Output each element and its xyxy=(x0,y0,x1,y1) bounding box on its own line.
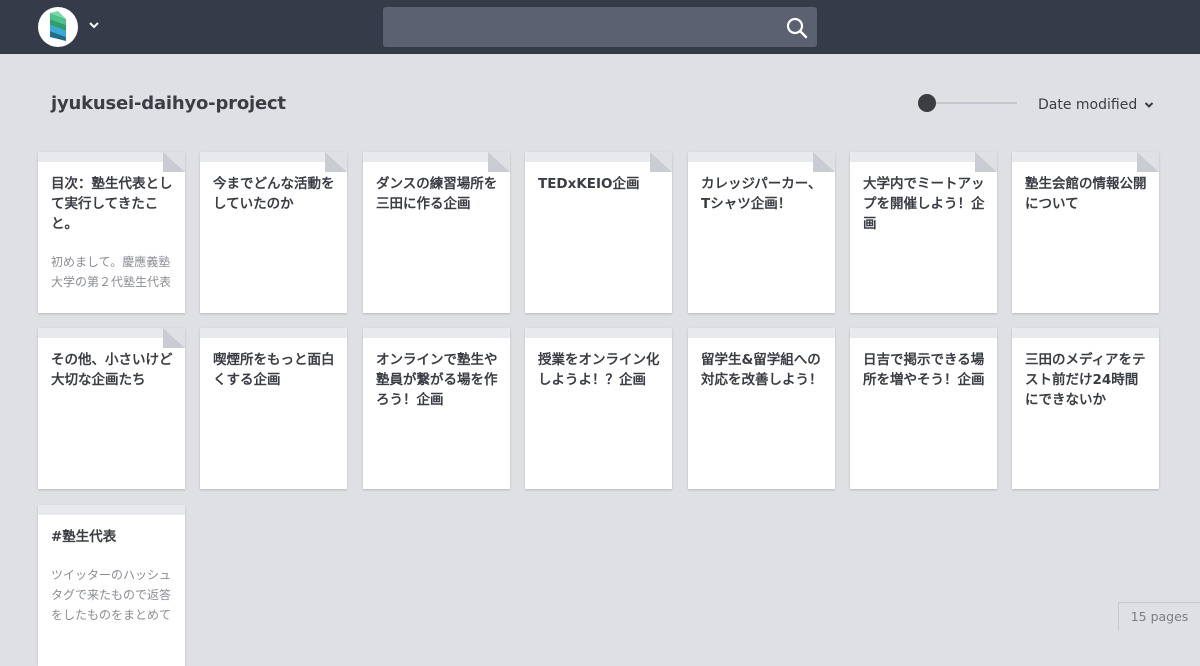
page-count: 15 pages xyxy=(1118,602,1200,630)
slider-handle[interactable] xyxy=(918,94,936,112)
card-title: 大学内でミートアップを開催しよう！企画 xyxy=(863,176,985,232)
page-card[interactable]: 塾生会館の情報公開について xyxy=(1012,152,1159,313)
card-title: 日吉で掲示できる場所を増やそう！企画 xyxy=(863,352,985,388)
page-fold-icon xyxy=(1137,152,1159,172)
card-title: カレッジパーカー、Tシャツ企画！ xyxy=(701,176,822,212)
card-header-band xyxy=(525,328,672,338)
card-title: TEDxKEIO企画 xyxy=(538,176,640,192)
search-icon[interactable] xyxy=(785,16,809,40)
card-title: 留学生&留学組への対応を改善しよう！ xyxy=(701,352,823,388)
page-card[interactable]: その他、小さいけど大切な企画たち xyxy=(38,328,185,489)
page-card[interactable]: 留学生&留学組への対応を改善しよう！ xyxy=(688,328,835,489)
card-header-band xyxy=(1012,328,1159,338)
page-card[interactable]: 喫煙所をもっと面白くする企画 xyxy=(200,328,347,489)
card-header-band xyxy=(363,328,510,338)
page-fold-icon xyxy=(163,328,185,348)
card-title: その他、小さいけど大切な企画たち xyxy=(51,352,173,388)
page-fold-icon xyxy=(650,152,672,172)
sort-dropdown[interactable]: Date modified xyxy=(1038,95,1154,115)
sort-label: Date modified xyxy=(1038,97,1138,113)
card-title: #塾生代表 xyxy=(51,529,117,545)
page-card[interactable]: 目次：塾生代表として実行してきたこと。初めまして。慶應義塾大学の第２代塾生代表 xyxy=(38,152,185,313)
card-header-band xyxy=(200,328,347,338)
top-bar xyxy=(0,0,1200,54)
scrapbox-logo-icon[interactable] xyxy=(38,7,78,47)
card-title: 三田のメディアをテスト前だけ24時間にできないか xyxy=(1025,352,1146,408)
page-card[interactable]: TEDxKEIO企画 xyxy=(525,152,672,313)
card-description: ツイッターのハッシュタグで来たもので返答をしたものをまとめて xyxy=(51,568,172,622)
card-title: 授業をオンライン化しようよ！？企画 xyxy=(538,352,660,388)
search-box xyxy=(383,7,817,47)
page-fold-icon xyxy=(325,152,347,172)
card-header-band xyxy=(38,505,185,515)
card-title: 喫煙所をもっと面白くする企画 xyxy=(213,352,335,388)
page-fold-icon xyxy=(163,152,185,172)
slider-track xyxy=(926,102,1017,104)
page-card[interactable]: 三田のメディアをテスト前だけ24時間にできないか xyxy=(1012,328,1159,489)
page-card[interactable]: 授業をオンライン化しようよ！？企画 xyxy=(525,328,672,489)
page-fold-icon xyxy=(975,152,997,172)
page-card[interactable]: 大学内でミートアップを開催しよう！企画 xyxy=(850,152,997,313)
page-card[interactable]: オンラインで塾生や塾員が繋がる場を作ろう！企画 xyxy=(363,328,510,489)
chevron-down-icon[interactable] xyxy=(86,17,102,33)
page-fold-icon xyxy=(813,152,835,172)
card-title: 塾生会館の情報公開について xyxy=(1025,176,1147,212)
chevron-down-icon xyxy=(1145,102,1154,108)
page-card[interactable]: 今までどんな活動をしていたのか xyxy=(200,152,347,313)
page-card[interactable]: #塾生代表ツイッターのハッシュタグで来たもので返答をしたものをまとめて xyxy=(38,505,185,666)
card-title: 目次：塾生代表として実行してきたこと。 xyxy=(51,176,173,232)
page-title: jyukusei-daihyo-project xyxy=(51,93,286,114)
card-header-band xyxy=(850,328,997,338)
card-description: 初めまして。慶應義塾大学の第２代塾生代表 xyxy=(51,255,172,289)
card-title: オンラインで塾生や塾員が繋がる場を作ろう！企画 xyxy=(376,352,498,408)
page-card[interactable]: 日吉で掲示できる場所を増やそう！企画 xyxy=(850,328,997,489)
page-card[interactable]: ダンスの練習場所を三田に作る企画 xyxy=(363,152,510,313)
page-card[interactable]: カレッジパーカー、Tシャツ企画！ xyxy=(688,152,835,313)
search-input[interactable] xyxy=(383,7,773,47)
card-title: 今までどんな活動をしていたのか xyxy=(213,176,335,212)
page-fold-icon xyxy=(488,152,510,172)
card-title: ダンスの練習場所を三田に作る企画 xyxy=(376,176,498,212)
zoom-slider[interactable] xyxy=(918,94,1018,112)
card-header-band xyxy=(688,328,835,338)
